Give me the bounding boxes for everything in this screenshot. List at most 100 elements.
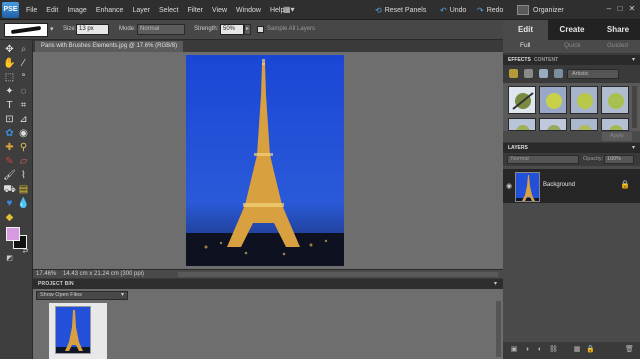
effects-category-dropdown[interactable]: Artistic xyxy=(567,69,619,79)
layers-menu-icon[interactable]: ▾ xyxy=(632,144,635,151)
menu-enhance[interactable]: Enhance xyxy=(96,7,124,14)
layer-thumbnail xyxy=(515,172,540,202)
layer-mask-icon[interactable]: ◐ xyxy=(536,346,544,354)
new-layer-icon[interactable]: ▣ xyxy=(510,346,518,354)
redo-button[interactable]: ↷ Redo xyxy=(477,0,503,20)
effect-thumbnail[interactable] xyxy=(570,118,598,131)
show-all-icon[interactable] xyxy=(554,69,563,78)
lock-transparency-icon[interactable]: ▦ xyxy=(573,346,581,354)
tab-edit[interactable]: Edit xyxy=(503,20,548,40)
red-eye-tool-icon[interactable]: ◉ xyxy=(17,127,30,140)
clone-stamp-tool-icon[interactable]: ⚲ xyxy=(17,141,30,154)
crop-tool-icon[interactable]: ⌗ xyxy=(17,99,30,112)
healing-brush-tool-icon[interactable]: ✚ xyxy=(3,141,16,154)
effect-thumbnail[interactable] xyxy=(539,86,567,114)
mode-dropdown[interactable]: Normal xyxy=(137,24,185,35)
tab-content[interactable]: CONTENT xyxy=(534,57,558,63)
hand-tool-icon[interactable]: ✋ xyxy=(3,57,16,70)
menu-file[interactable]: File xyxy=(26,7,37,14)
paint-bucket-tool-icon[interactable]: ⛟ xyxy=(3,183,16,196)
subtab-quick[interactable]: Quick xyxy=(564,42,581,49)
restore-icon[interactable]: □ xyxy=(616,5,624,13)
adjustment-layer-icon[interactable]: ◑ xyxy=(523,346,531,354)
undo-button[interactable]: ↶ Undo xyxy=(440,0,466,20)
menu-window[interactable]: Window xyxy=(236,7,261,14)
sponge-tool-icon[interactable]: ◆ xyxy=(3,211,16,224)
strength-slider-arrow-icon[interactable]: ▸ xyxy=(244,24,251,35)
straighten-tool-icon[interactable]: ⊿ xyxy=(17,113,30,126)
menu-bar: PSE File Edit Image Enhance Layer Select… xyxy=(0,0,640,20)
effect-thumbnail[interactable] xyxy=(570,86,598,114)
document-tab[interactable]: Paris with Brushes Elements.jpg @ 17.6% … xyxy=(35,41,184,52)
menu-select[interactable]: Select xyxy=(159,7,178,14)
smart-brush-tool-icon[interactable]: ⌇ xyxy=(17,169,30,182)
effect-thumbnail[interactable] xyxy=(539,118,567,131)
document-canvas[interactable] xyxy=(33,52,503,269)
effect-thumbnail[interactable] xyxy=(601,118,629,131)
effect-thumbnail[interactable] xyxy=(601,86,629,114)
zoom-readout[interactable]: 17.46% xyxy=(36,271,56,277)
project-bin-scrollbar[interactable] xyxy=(496,301,501,357)
lasso-tool-icon[interactable]: ᐤ xyxy=(17,71,30,84)
effects-menu-icon[interactable]: ▾ xyxy=(632,56,635,63)
tab-create[interactable]: Create xyxy=(548,20,596,40)
foreground-color-swatch[interactable] xyxy=(6,227,20,241)
eye-icon[interactable]: ◉ xyxy=(506,182,512,190)
brush-dropdown-arrow-icon[interactable]: ▾ xyxy=(50,25,54,33)
delete-layer-icon[interactable]: 🗑 xyxy=(625,346,634,354)
eiffel-tower-photo[interactable] xyxy=(186,55,344,266)
menu-layer[interactable]: Layer xyxy=(132,7,150,14)
default-colors-icon[interactable]: ◩ xyxy=(3,252,16,265)
tab-effects[interactable]: EFFECTS xyxy=(508,57,531,63)
menu-image[interactable]: Image xyxy=(67,7,86,14)
menu-view[interactable]: View xyxy=(212,7,227,14)
eyedropper-tool-icon[interactable]: ⁄ xyxy=(17,57,30,70)
layer-row-background[interactable]: ◉ Background 🔒 xyxy=(503,169,640,203)
blur-tool-icon[interactable]: 💧 xyxy=(17,197,30,210)
marquee-tool-icon[interactable]: ⬚ xyxy=(3,71,16,84)
subtab-guided[interactable]: Guided xyxy=(607,42,628,49)
pencil-tool-icon[interactable]: ✎ xyxy=(3,155,16,168)
effect-thumbnail[interactable] xyxy=(508,86,536,114)
opacity-field[interactable]: 100% xyxy=(604,155,634,164)
zoom-tool-icon[interactable]: ⌕ xyxy=(17,43,30,56)
close-icon[interactable]: ✕ xyxy=(628,5,636,13)
type-tool-icon[interactable]: T xyxy=(3,99,16,112)
blend-mode-dropdown[interactable]: Normal xyxy=(507,155,579,164)
reset-panels-button[interactable]: ⟲ Reset Panels xyxy=(375,0,426,20)
photo-effects-icon[interactable] xyxy=(539,69,548,78)
size-field[interactable]: 13 px xyxy=(76,24,109,35)
brush-tool-icon[interactable]: 🖌 xyxy=(3,169,16,182)
recompose-tool-icon[interactable]: ⊡ xyxy=(3,113,16,126)
brush-preview[interactable] xyxy=(4,23,48,37)
magic-wand-tool-icon[interactable]: ✦ xyxy=(3,85,16,98)
swap-colors-icon[interactable]: ⇄ xyxy=(19,245,32,258)
project-bin-menu-icon[interactable]: ▾ xyxy=(494,280,497,287)
tab-share[interactable]: Share xyxy=(596,20,640,40)
quick-selection-tool-icon[interactable]: ◌ xyxy=(17,85,30,98)
menu-edit[interactable]: Edit xyxy=(46,7,58,14)
workspace-grid-icon[interactable]: ▦▾ xyxy=(283,5,297,15)
shape-tool-icon[interactable]: ♥ xyxy=(3,197,16,210)
menu-filter[interactable]: Filter xyxy=(187,7,203,14)
subtab-full[interactable]: Full xyxy=(520,42,530,49)
effects-scrollbar[interactable] xyxy=(632,86,637,128)
filters-icon[interactable] xyxy=(509,69,518,78)
organizer-button[interactable]: Organizer xyxy=(517,4,564,16)
eraser-tool-icon[interactable]: ▱ xyxy=(17,155,30,168)
strength-field[interactable]: 50% xyxy=(220,24,244,35)
move-tool-icon[interactable]: ✥ xyxy=(3,43,16,56)
gradient-tool-icon[interactable]: ▤ xyxy=(17,183,30,196)
horizontal-scrollbar[interactable] xyxy=(178,272,498,277)
minimize-icon[interactable]: – xyxy=(605,5,613,13)
apply-button[interactable]: Apply xyxy=(602,132,632,141)
show-files-dropdown[interactable]: Show Open Files ▾ xyxy=(36,291,128,300)
sample-all-layers-checkbox[interactable] xyxy=(257,26,264,33)
cookie-cutter-tool-icon[interactable]: ✿ xyxy=(3,127,16,140)
layer-styles-icon[interactable] xyxy=(524,69,533,78)
link-layers-icon[interactable]: ⛓ xyxy=(549,346,558,354)
effect-thumbnail[interactable] xyxy=(508,118,536,131)
lock-all-icon[interactable]: 🔒 xyxy=(586,346,595,354)
project-bin-thumbnail[interactable] xyxy=(49,303,107,359)
tab-layers[interactable]: LAYERS xyxy=(508,145,528,151)
